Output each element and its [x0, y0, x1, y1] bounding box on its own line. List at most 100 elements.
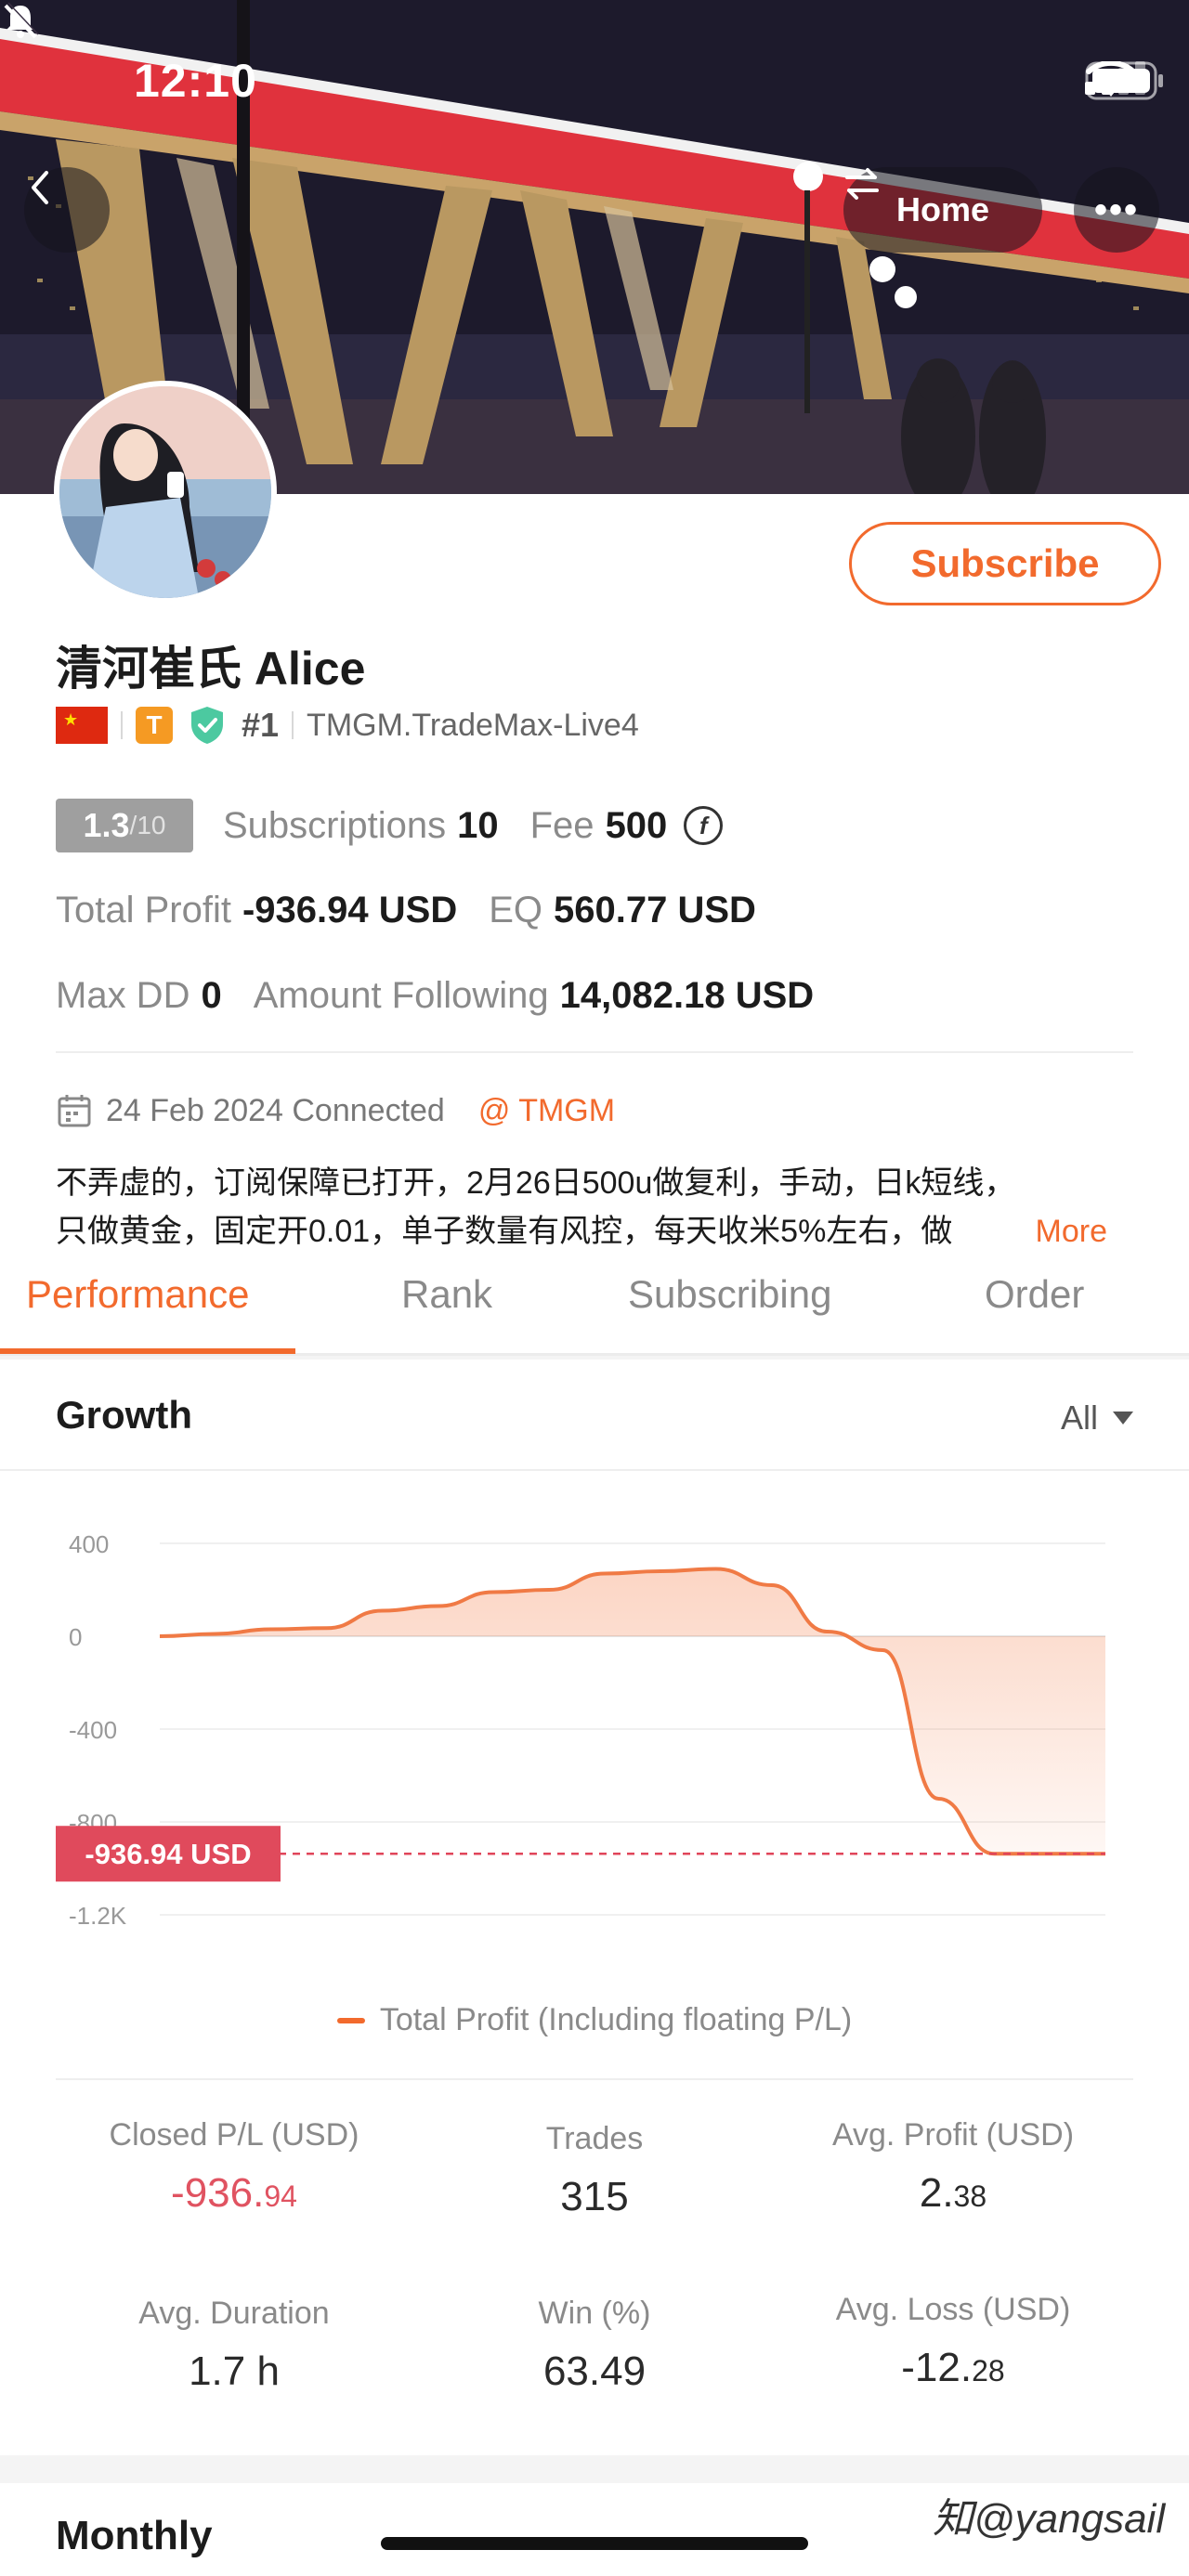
tab-order[interactable]: Order [985, 1272, 1084, 1317]
eq-value: 560.77 USD [554, 890, 756, 930]
avg-loss-decimals: 28 [972, 2354, 1005, 2387]
rating-score: 1.3/10 [56, 799, 193, 852]
fee-coin-icon: f [684, 806, 724, 845]
avatar-illustration [59, 386, 271, 598]
profile-tabs: Performance Rank Subscribing Order [0, 1263, 1189, 1356]
y-tick-label: -400 [69, 1716, 117, 1744]
win-rate-label: Win (%) [538, 2296, 651, 2331]
legend-swatch [336, 2017, 365, 2023]
total-profit-label: Total Profit [56, 890, 231, 930]
caret-down-icon [1113, 1412, 1133, 1425]
trades-value: 315 [560, 2174, 629, 2219]
divider [56, 1051, 1133, 1053]
score-row: 1.3/10 Subscriptions 10 Fee 500 f [56, 799, 724, 852]
growth-range-value: All [1060, 1399, 1098, 1437]
avg-profit-decimals: 38 [953, 2179, 987, 2213]
avg-loss-value: -12.28 [767, 2345, 1139, 2391]
win-rate-stat: Win (%) 63.49 [409, 2296, 780, 2395]
growth-title: Growth [56, 1393, 192, 1437]
eq-label: EQ [489, 890, 542, 930]
more-dots-icon: ••• [1093, 189, 1139, 230]
home-label: Home [895, 190, 990, 228]
trader-name: 清河崔氏 Alice [56, 643, 366, 695]
y-tick-label: 0 [69, 1623, 82, 1651]
avg-duration-stat: Avg. Duration 1.7 h [48, 2296, 420, 2395]
home-switch-button[interactable]: Home [843, 167, 1042, 253]
growth-chart-svg: 4000-400-800-1.2K27 Feb29 Feb04 Mar04 Ma… [56, 1530, 1106, 1971]
strategy-description: 不弄虚的，订阅保障已打开，2月26日500u做复利，手动，日k短线， 只做黄金，… [56, 1159, 1133, 1255]
closed-pl-stat: Closed P/L (USD) -936.94 [48, 2117, 420, 2217]
active-tab-indicator [0, 1348, 295, 1354]
y-tick-label: 400 [69, 1530, 109, 1558]
y-tick-label: -1.2K [69, 1902, 127, 1930]
status-time: 12:10 [134, 55, 257, 107]
drawdown-row: Max DD 0 Amount Following 14,082.18 USD [56, 975, 845, 1017]
divider [121, 711, 123, 739]
chevron-left-icon [32, 171, 48, 204]
subscriptions-label: Subscriptions [223, 804, 447, 846]
back-button[interactable] [24, 167, 110, 253]
divider [56, 2078, 1133, 2080]
section-gap [0, 2455, 1189, 2483]
trader-profile-page: 12:10 Home ••• Subscribe 清河崔氏 Alice ★ T … [0, 0, 1189, 2576]
avatar[interactable] [54, 381, 277, 604]
avg-profit-value: 2.38 [767, 2170, 1139, 2217]
avg-loss-stat: Avg. Loss (USD) -12.28 [767, 2292, 1139, 2391]
area-fill [160, 1568, 1105, 1854]
broker-link[interactable]: @ TMGM [478, 1093, 615, 1129]
home-indicator [381, 2537, 808, 2550]
amount-following-label: Amount Following [253, 975, 549, 1016]
closed-pl-integer: -936. [171, 2170, 265, 2216]
trades-stat: Trades 315 [409, 2121, 780, 2220]
growth-range-select[interactable]: All [1061, 1399, 1133, 1438]
amount-following-value: 14,082.18 USD [559, 975, 815, 1016]
more-link[interactable]: More [1035, 1207, 1107, 1255]
battery-icon [1085, 61, 1163, 100]
avg-profit-stat: Avg. Profit (USD) 2.38 [767, 2117, 1139, 2217]
tab-subscribing[interactable]: Subscribing [628, 1272, 831, 1317]
avg-profit-integer: 2. [919, 2170, 954, 2216]
t-badge: T [136, 707, 173, 744]
tab-performance[interactable]: Performance [26, 1272, 249, 1317]
more-options-button[interactable]: ••• [1074, 167, 1159, 253]
description-line: 只做黄金，固定开0.01，单子数量有风控，每天收米5%左右，做 [56, 1214, 953, 1249]
current-value-label: -936.94 USD [85, 1838, 251, 1870]
divider [292, 711, 294, 739]
swap-arrows-icon [845, 168, 879, 200]
china-flag-icon: ★ [56, 707, 108, 744]
verified-shield-icon [191, 707, 223, 744]
avg-duration-value: 1.7 h [189, 2348, 280, 2394]
avg-profit-label: Avg. Profit (USD) [831, 2117, 1075, 2153]
subscribe-button[interactable]: Subscribe [849, 522, 1161, 605]
monthly-section-title: Monthly [56, 2513, 213, 2558]
connected-date: 24 Feb 2024 Connected [106, 1092, 445, 1128]
closed-pl-decimals: 94 [264, 2179, 297, 2213]
bell-muted-icon [4, 2, 39, 39]
closed-pl-label: Closed P/L (USD) [109, 2117, 359, 2153]
closed-pl-value: -936.94 [48, 2170, 420, 2217]
max-dd-label: Max DD [56, 975, 190, 1016]
legend-label: Total Profit (Including floating P/L) [379, 2002, 853, 2037]
max-dd-value: 0 [201, 975, 222, 1016]
avg-duration-label: Avg. Duration [138, 2296, 330, 2331]
chart-legend: Total Profit (Including floating P/L) [0, 2002, 1189, 2038]
description-line: 不弄虚的，订阅保障已打开，2月26日500u做复利，手动，日k短线， [56, 1165, 1016, 1201]
server-name: TMGM.TradeMax-Live4 [307, 707, 639, 743]
trades-label: Trades [545, 2121, 644, 2156]
calendar-icon [58, 1095, 91, 1127]
rating-max: /10 [129, 811, 166, 839]
win-rate-value: 63.49 [542, 2348, 647, 2394]
fee-label: Fee [529, 804, 594, 846]
fee-value: 500 [605, 804, 668, 846]
trader-tags: ★ T #1 TMGM.TradeMax-Live4 [56, 704, 639, 747]
avg-loss-label: Avg. Loss (USD) [835, 2292, 1071, 2327]
rating-value: 1.3 [83, 806, 130, 844]
tab-rank[interactable]: Rank [401, 1272, 492, 1317]
total-profit-value: -936.94 USD [242, 890, 458, 930]
growth-header: Growth All [0, 1360, 1189, 1471]
watermark: 知@yangsail [933, 2496, 1166, 2542]
growth-chart: 4000-400-800-1.2K27 Feb29 Feb04 Mar04 Ma… [0, 1477, 1189, 1971]
rank-number: #1 [242, 706, 280, 744]
connection-info: 24 Feb 2024 Connected @ TMGM [56, 1092, 615, 1129]
subscriptions-value: 10 [457, 804, 499, 846]
